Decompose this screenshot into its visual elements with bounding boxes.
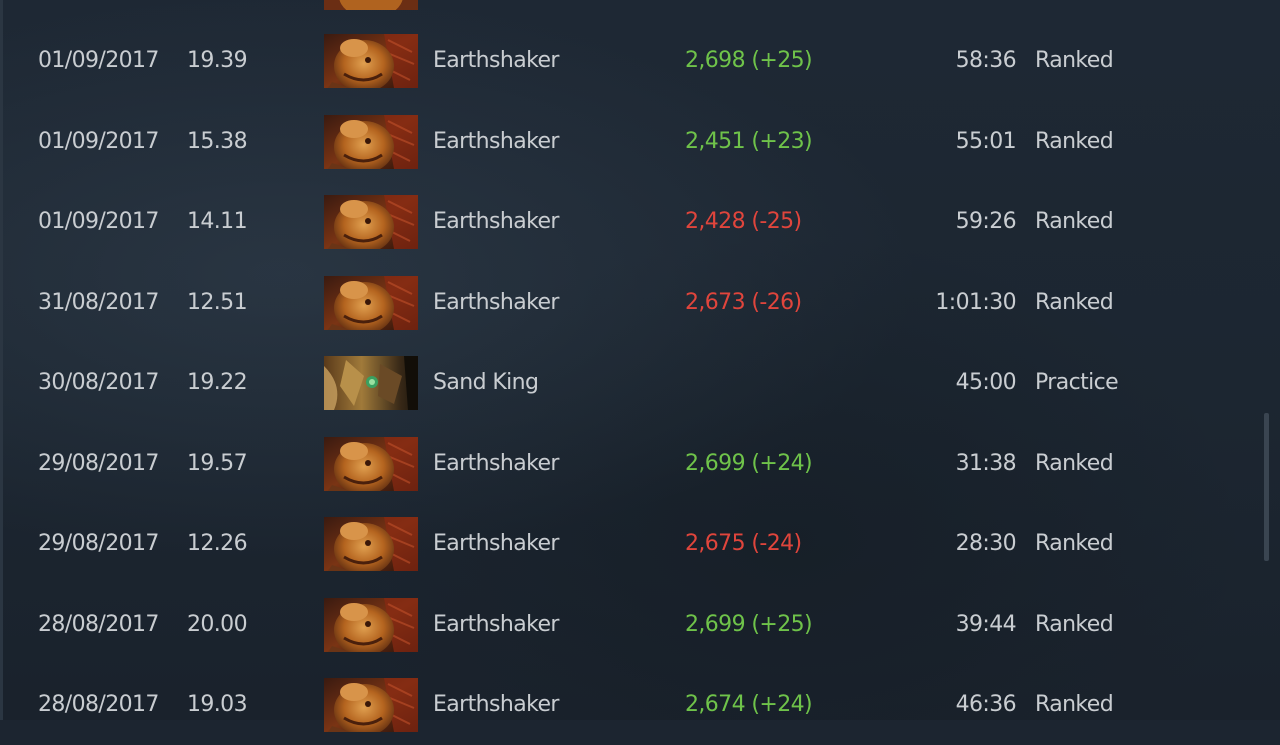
match-duration: 46:36 [955,692,1017,717]
mmr-change: 2,698 (+25) [685,48,813,73]
match-date: 30/08/2017 [38,370,159,395]
match-type: Practice [1035,370,1119,395]
mmr-change: 2,428 (-25) [685,209,802,234]
match-row[interactable]: 29/08/2017 19.57 Earthshaker 2,699 (+24) 31:… [0,424,1262,504]
match-time: 14.11 [187,209,248,234]
earthshaker-portrait-icon [324,436,418,491]
match-time: 20.00 [187,611,248,637]
match-time: 12.51 [187,289,248,315]
match-row[interactable]: 28/08/2017 19.03 Earthshaker 2,674 (+24) 46:… [0,665,1262,745]
match-date: 31/08/2017 [38,289,159,315]
match-duration: 55:01 [955,128,1017,154]
hero-name: Earthshaker [433,611,559,637]
match-type: Ranked [1035,48,1114,73]
scrollbar[interactable] [1262,0,1270,720]
hero-name: Earthshaker [433,692,559,717]
match-row[interactable]: 28/08/2017 20.00 Earthshaker 2,699 (+25) 39:… [0,585,1262,665]
match-type: Ranked [1035,209,1114,234]
hero-name: Earthshaker [433,128,559,154]
earthshaker-portrait-icon [324,34,418,88]
match-type: Ranked [1035,531,1114,556]
match-time: 19.39 [187,48,248,73]
mmr-change: 2,674 (+24) [685,692,813,717]
match-date: 28/08/2017 [38,611,159,637]
match-duration: 45:00 [955,370,1017,395]
match-row[interactable]: 01/09/2017 19.39 Earthshaker 2,698 (+25) 58:… [0,21,1262,101]
match-time: 12.26 [187,531,248,556]
mmr-change: 2,673 (-26) [685,289,802,315]
match-date: 01/09/2017 [38,128,159,154]
match-time: 19.03 [187,692,248,717]
match-duration: 59:26 [955,209,1017,234]
mmr-change: 2,699 (+25) [685,611,813,637]
match-row[interactable]: 01/09/2017 14.11 Earthshaker 2,428 (-25) 59:… [0,182,1262,262]
earthshaker-portrait-icon [324,597,418,652]
match-row[interactable]: 31/08/2017 12.51 Earthshaker 2,673 (-26) 1:0… [0,263,1262,343]
match-row[interactable]: 29/08/2017 12.26 Earthshaker 2,675 (-24) 28:… [0,504,1262,584]
match-date: 29/08/2017 [38,531,159,556]
match-row[interactable]: 01/09/2017 15.38 Earthshaker 2,451 (+23) 55:… [0,102,1262,182]
earthshaker-portrait-icon [324,678,418,732]
match-date: 28/08/2017 [38,692,159,717]
match-duration: 1:01:30 [935,289,1016,315]
match-duration: 58:36 [955,48,1017,73]
earthshaker-portrait-icon [324,517,418,571]
match-duration: 39:44 [955,611,1017,637]
match-type: Ranked [1035,289,1114,315]
earthshaker-portrait-icon [324,195,418,249]
earthshaker-portrait-icon [324,275,418,330]
hero-name: Earthshaker [433,209,559,234]
hero-name: Earthshaker [433,48,559,73]
match-time: 19.22 [187,370,248,395]
match-row[interactable]: 30/08/2017 19.22 Sand King 45:00 Practice [0,343,1262,423]
match-duration: 31:38 [955,450,1017,476]
scrollbar-thumb[interactable] [1264,413,1269,561]
match-date: 01/09/2017 [38,209,159,234]
match-type: Ranked [1035,450,1114,476]
mmr-change: 2,451 (+23) [685,128,813,154]
sand-king-portrait-icon [324,356,418,410]
mmr-change: 2,699 (+24) [685,450,813,476]
match-date: 01/09/2017 [38,48,159,73]
hero-name: Earthshaker [433,531,559,556]
match-history-list: 01/09/2017 19.39 Earthshaker 2,698 (+25) 58:… [0,0,1262,740]
match-type: Ranked [1035,128,1114,154]
match-time: 19.57 [187,450,248,476]
match-type: Ranked [1035,692,1114,717]
hero-name: Earthshaker [433,289,559,315]
match-duration: 28:30 [955,531,1017,556]
earthshaker-portrait-icon [324,114,418,169]
match-date: 29/08/2017 [38,450,159,476]
mmr-change: 2,675 (-24) [685,531,802,556]
match-type: Ranked [1035,611,1114,637]
hero-name: Sand King [433,370,539,395]
hero-name: Earthshaker [433,450,559,476]
match-time: 15.38 [187,128,248,154]
